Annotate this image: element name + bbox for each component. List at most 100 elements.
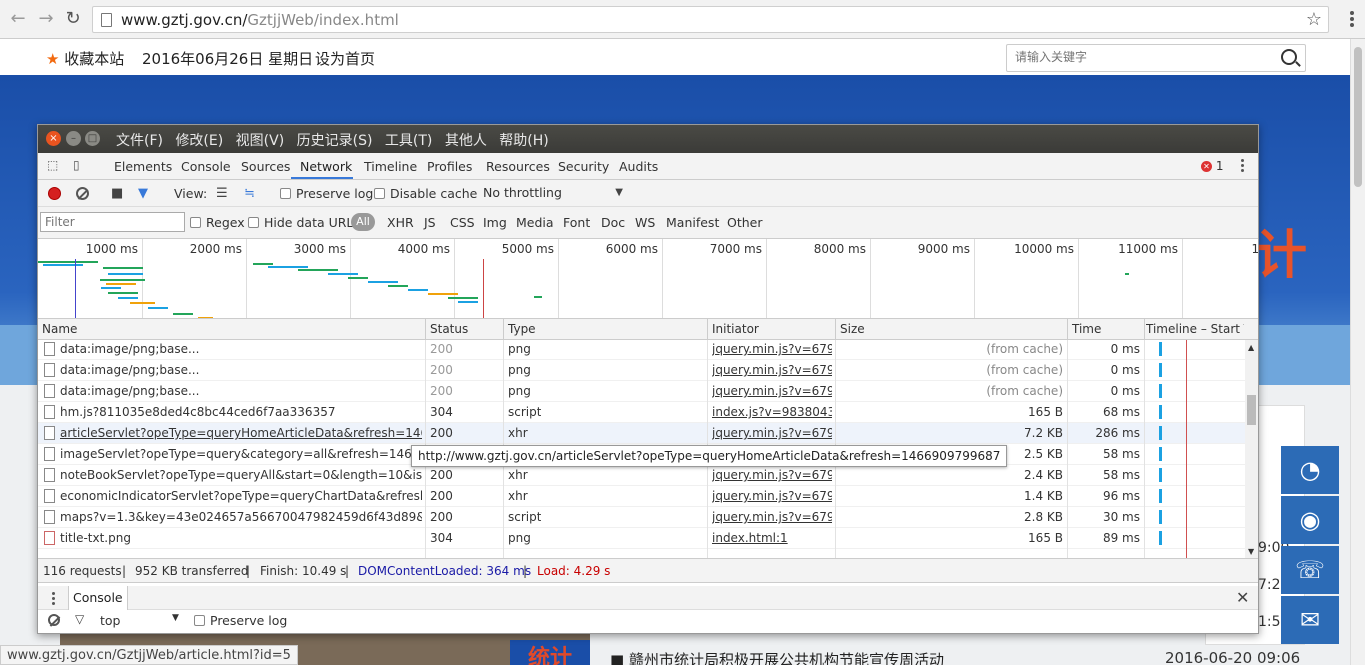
set-home-link[interactable]: 设为首页 [315, 48, 375, 69]
inspect-icon[interactable]: ⬚ [47, 158, 63, 174]
tab-network[interactable]: Network [300, 159, 352, 174]
filter-media[interactable]: Media [516, 215, 554, 230]
table-row[interactable]: hm.js?811035e8ded4c8bc44ced6f7aa336357 30… [38, 402, 1245, 423]
tab-sources[interactable]: Sources [241, 159, 290, 174]
menu-help[interactable]: 帮助(H) [499, 133, 548, 149]
filter-xhr[interactable]: XHR [387, 215, 414, 230]
request-name[interactable]: hm.js?811035e8ded4c8bc44ced6f7aa336357 [60, 405, 422, 419]
menu-history[interactable]: 历史记录(S) [297, 133, 373, 149]
menu-edit[interactable]: 修改(E) [175, 133, 223, 149]
table-row[interactable]: maps?v=1.3&key=43e024657a56670047982459d… [38, 507, 1245, 528]
bookmark-star-icon[interactable]: ☆ [1306, 9, 1322, 30]
tab-security[interactable]: Security [558, 159, 609, 174]
search-icon[interactable] [1281, 49, 1297, 65]
preserve-log-checkbox[interactable]: Preserve log [280, 186, 373, 201]
request-initiator[interactable]: index.js?v=9838043... [712, 405, 832, 419]
col-status[interactable]: Status [430, 322, 468, 336]
overview-icon[interactable]: ≒ [244, 186, 255, 201]
mail-icon[interactable]: ✉ [1281, 596, 1339, 644]
forward-icon[interactable]: → [36, 9, 56, 29]
table-row[interactable]: articleServlet?opeType=queryHomeArticleD… [38, 423, 1245, 444]
close-drawer-icon[interactable]: ✕ [1236, 588, 1249, 607]
request-name[interactable]: economicIndicatorServlet?opeType=queryCh… [60, 489, 422, 503]
regex-checkbox[interactable]: Regex [190, 215, 245, 230]
col-size[interactable]: Size [840, 322, 865, 336]
favorite-link[interactable]: ★ 收藏本站 [46, 48, 124, 69]
request-list-scrollbar[interactable]: ▲ ▼ [1245, 340, 1258, 558]
minimize-icon[interactable]: – [66, 131, 81, 146]
col-name[interactable]: Name [42, 322, 77, 336]
menu-others[interactable]: 其他人 [445, 133, 487, 149]
request-initiator[interactable]: jquery.min.js?v=679... [712, 510, 832, 524]
hide-data-urls-checkbox[interactable]: Hide data URLs [248, 215, 360, 230]
news-article-link[interactable]: ■ 赣州市统计局积极开展公共机构节能宣传周活动 [610, 649, 944, 665]
chrome-menu-icon[interactable] [1349, 9, 1355, 29]
filter-doc[interactable]: Doc [601, 215, 625, 230]
filter-js[interactable]: JS [424, 215, 436, 230]
console-preserve-log-checkbox[interactable]: Preserve log [194, 613, 287, 628]
scroll-down-icon[interactable]: ▼ [1248, 547, 1254, 556]
maximize-icon[interactable]: □ [85, 131, 100, 146]
throttling-select[interactable]: No throttling ▼ [483, 185, 623, 200]
scrollbar-thumb[interactable] [1247, 395, 1256, 425]
request-initiator[interactable]: jquery.min.js?v=679... [712, 468, 832, 482]
request-name[interactable]: data:image/png;base... [60, 342, 422, 356]
device-mode-icon[interactable]: ▯ [73, 158, 89, 174]
table-row[interactable]: data:image/png;base... 200 png jquery.min.j… [38, 381, 1245, 402]
tab-audits[interactable]: Audits [619, 159, 658, 174]
request-initiator[interactable]: jquery.min.js?v=679... [712, 426, 832, 440]
col-initiator[interactable]: Initiator [712, 322, 759, 336]
filter-input[interactable] [40, 212, 185, 232]
record-icon[interactable] [48, 187, 61, 200]
menu-file[interactable]: 文件(F) [116, 133, 163, 149]
request-name[interactable]: noteBookServlet?opeType=queryAll&start=0… [60, 468, 422, 482]
filter-all[interactable]: All [351, 213, 375, 231]
page-scrollbar[interactable] [1350, 39, 1365, 665]
filter-css[interactable]: CSS [450, 215, 475, 230]
context-select[interactable]: top ▼ [100, 613, 180, 628]
request-initiator[interactable]: jquery.min.js?v=679... [712, 342, 832, 356]
drawer-tab-console[interactable]: Console [68, 586, 128, 610]
devtools-menu-icon[interactable] [1241, 159, 1245, 174]
large-rows-icon[interactable]: ☰ [216, 186, 228, 201]
weibo-icon[interactable]: ◉ [1281, 496, 1339, 544]
request-initiator[interactable]: jquery.min.js?v=679... [712, 384, 832, 398]
tab-timeline[interactable]: Timeline [364, 159, 417, 174]
request-name[interactable]: title-txt.png [60, 531, 422, 545]
request-name[interactable]: maps?v=1.3&key=43e024657a56670047982459d… [60, 510, 422, 524]
back-icon[interactable]: ← [8, 9, 28, 29]
disable-cache-checkbox[interactable]: Disable cache [374, 186, 477, 201]
wechat-icon[interactable]: ◔ [1281, 446, 1339, 494]
network-overview[interactable]: 1000 ms 2000 ms 3000 ms 4000 ms 5000 ms 6000 … [38, 239, 1258, 319]
camera-icon[interactable]: ■ [111, 186, 123, 201]
clear-console-icon[interactable] [48, 614, 60, 626]
reload-icon[interactable]: ↻ [63, 9, 83, 29]
col-type[interactable]: Type [508, 322, 536, 336]
clear-icon[interactable] [76, 187, 89, 200]
close-icon[interactable]: × [46, 131, 61, 146]
filter-img[interactable]: Img [483, 215, 507, 230]
request-initiator[interactable]: jquery.min.js?v=679... [712, 489, 832, 503]
request-initiator[interactable]: index.html:1 [712, 531, 832, 545]
console-filter-icon[interactable]: ▽ [75, 612, 84, 626]
scrollbar-thumb[interactable] [1354, 47, 1362, 187]
drawer-menu-icon[interactable] [52, 592, 56, 607]
tab-console[interactable]: Console [181, 159, 231, 174]
request-name[interactable]: data:image/png;base... [60, 384, 422, 398]
request-name[interactable]: data:image/png;base... [60, 363, 422, 377]
menu-view[interactable]: 视图(V) [236, 133, 285, 149]
filter-ws[interactable]: WS [635, 215, 655, 230]
filter-font[interactable]: Font [563, 215, 590, 230]
site-search-input[interactable] [1015, 50, 1265, 64]
tab-elements[interactable]: Elements [114, 159, 172, 174]
request-name[interactable]: articleServlet?opeType=queryHomeArticleD… [60, 426, 422, 440]
table-row[interactable]: data:image/png;base... 200 png jquery.min.j… [38, 360, 1245, 381]
table-row[interactable]: noteBookServlet?opeType=queryAll&start=0… [38, 465, 1245, 486]
tab-profiles[interactable]: Profiles [427, 159, 472, 174]
filter-manifest[interactable]: Manifest [666, 215, 719, 230]
tab-resources[interactable]: Resources [486, 159, 550, 174]
request-initiator[interactable]: jquery.min.js?v=679... [712, 363, 832, 377]
filter-icon[interactable]: ▼ [138, 186, 148, 201]
error-count-badge[interactable]: ✕ 1 [1201, 159, 1223, 173]
table-row[interactable]: economicIndicatorServlet?opeType=queryCh… [38, 486, 1245, 507]
